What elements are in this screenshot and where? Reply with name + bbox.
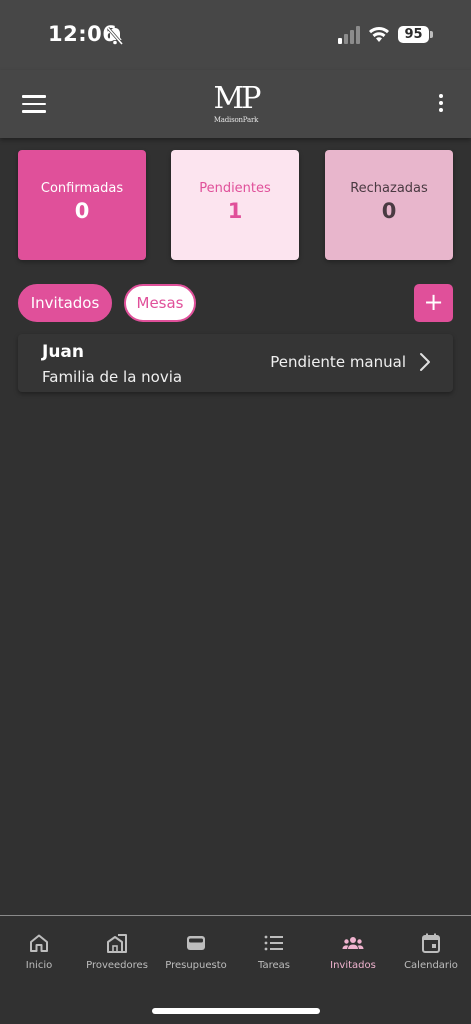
menu-bar [22, 110, 46, 113]
stat-label: Rechazadas [350, 181, 428, 196]
menu-bar [22, 102, 46, 105]
stat-value: 0 [381, 199, 397, 223]
more-options-button[interactable] [433, 94, 449, 118]
people-icon [342, 937, 364, 949]
nav-proveedores[interactable]: Proveedores [78, 932, 156, 971]
stat-card-confirmadas[interactable]: Confirmadas 0 [18, 150, 146, 260]
guest-name: Juan [42, 342, 85, 362]
add-guest-button[interactable]: + [414, 284, 453, 322]
bell-off-icon [106, 27, 124, 45]
logo-mark: MP [213, 81, 262, 116]
nav-label: Inicio [25, 960, 53, 971]
nav-label: Proveedores [86, 960, 148, 971]
dot [439, 94, 443, 98]
guest-list-item[interactable]: Juan Familia de la novia Pendiente manua… [18, 334, 453, 392]
dot [439, 108, 443, 112]
dot [439, 101, 443, 105]
nav-inicio[interactable]: Inicio [0, 932, 78, 971]
stat-card-rechazadas[interactable]: Rechazadas 0 [325, 150, 453, 260]
stat-value: 1 [227, 199, 243, 223]
chevron-right-icon [420, 353, 430, 371]
menu-button[interactable] [22, 95, 46, 115]
wallet-icon [187, 936, 205, 950]
wifi-icon [369, 27, 389, 42]
battery-indicator: 95 [398, 26, 429, 43]
tab-invitados[interactable]: Invitados [18, 284, 112, 322]
stat-value: 0 [74, 199, 90, 223]
calendar-icon [422, 933, 440, 953]
nav-tareas[interactable]: Tareas [235, 932, 313, 971]
nav-label: Calendario [404, 960, 458, 971]
stat-label: Pendientes [199, 181, 271, 196]
nav-calendario[interactable]: Calendario [392, 932, 470, 971]
battery-tip [430, 31, 433, 38]
nav-label: Presupuesto [165, 960, 227, 971]
signal-icon [338, 26, 360, 44]
nav-label: Tareas [258, 960, 290, 971]
store-icon [107, 934, 127, 953]
logo-text: MadisonPark [213, 116, 259, 124]
app-logo: MP MadisonPark [205, 84, 267, 128]
tab-mesas[interactable]: Mesas [124, 284, 196, 322]
list-icon [264, 935, 283, 951]
stat-label: Confirmadas [40, 181, 124, 196]
nav-invitados[interactable]: Invitados [314, 932, 392, 971]
guest-group: Familia de la novia [42, 368, 183, 386]
nav-presupuesto[interactable]: Presupuesto [157, 932, 235, 971]
home-icon [30, 934, 48, 952]
stat-card-pendientes[interactable]: Pendientes 1 [171, 150, 299, 260]
menu-bar [22, 95, 46, 98]
home-indicator [152, 1008, 320, 1014]
nav-label: Invitados [330, 960, 376, 971]
guest-status: Pendiente manual [270, 353, 406, 371]
